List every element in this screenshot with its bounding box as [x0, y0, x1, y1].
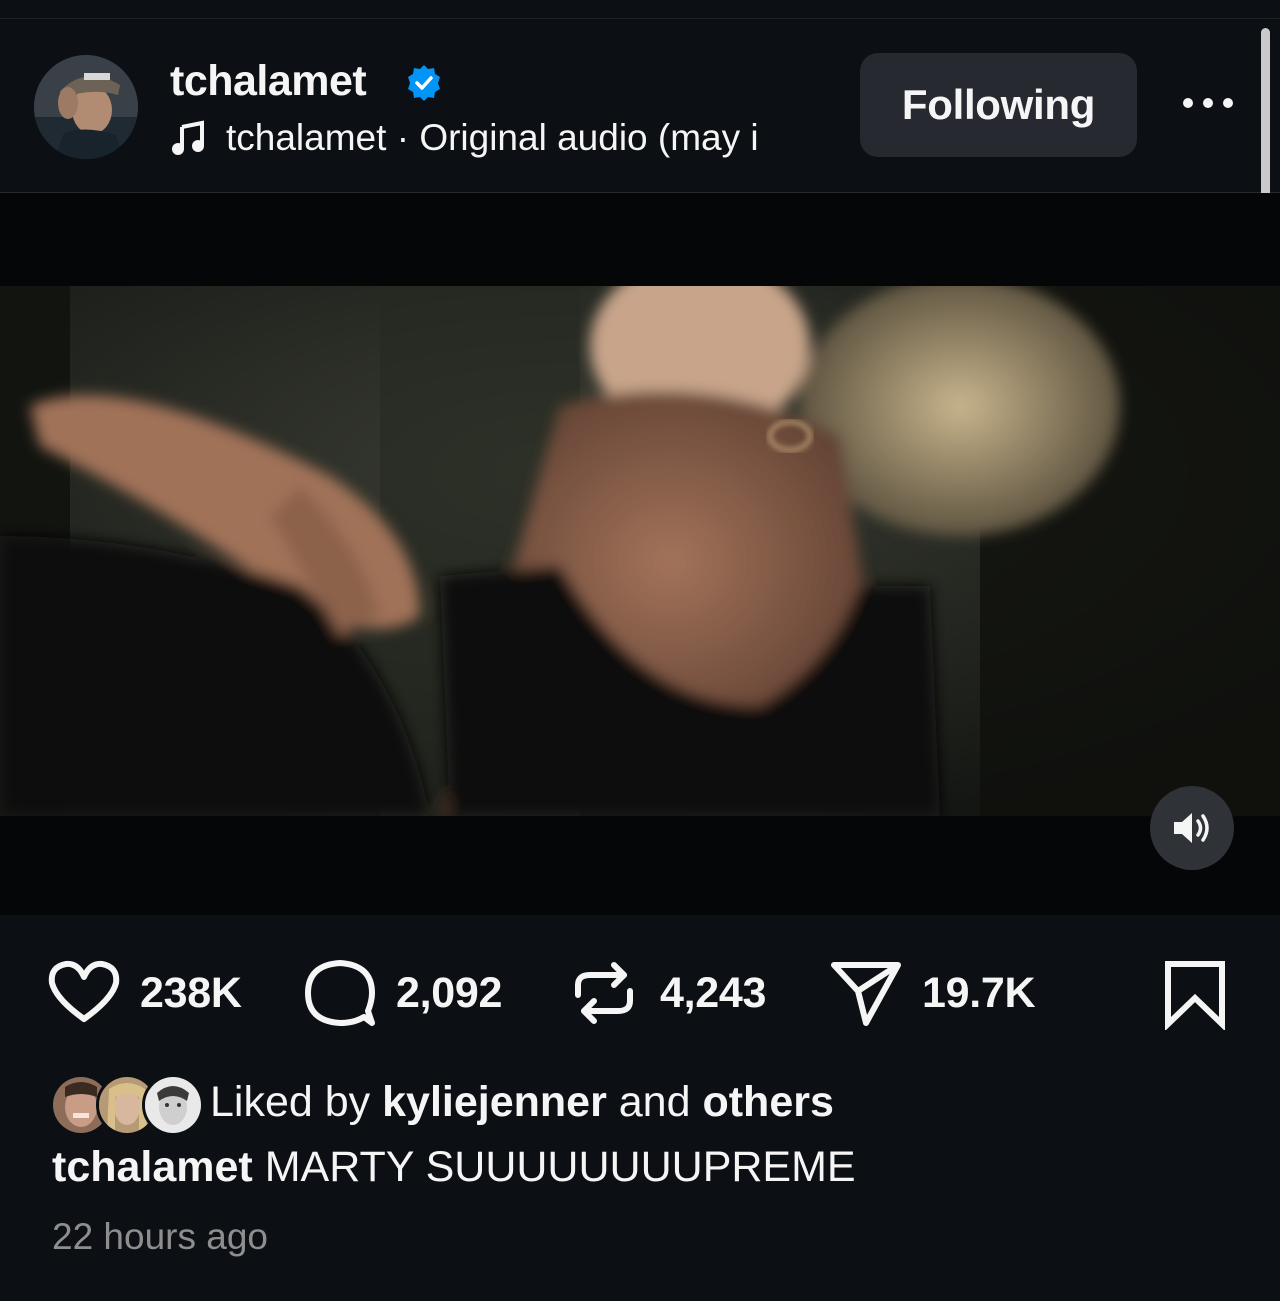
post-actions: 238K 2,092 4,243 19.7K [0, 940, 1280, 1050]
like-action[interactable]: 238K [46, 960, 242, 1026]
share-action[interactable]: 19.7K [828, 960, 1036, 1026]
verified-badge-icon [408, 65, 440, 101]
mute-button[interactable] [1150, 786, 1234, 870]
post-username[interactable]: tchalamet [170, 57, 367, 106]
liked-by-others[interactable]: others [702, 1078, 833, 1126]
likes-count: 238K [140, 968, 242, 1017]
heart-icon [48, 960, 120, 1022]
shares-count: 19.7K [922, 968, 1036, 1017]
comment-action[interactable]: 2,092 [302, 960, 502, 1026]
liker-avatar-image [145, 1077, 201, 1133]
comment-icon [305, 960, 375, 1026]
post-timestamp: 22 hours ago [52, 1216, 269, 1257]
post-caption: tchalamet MARTY SUUUUUUUUPREME [52, 1143, 856, 1192]
audio-title: Original audio (may i [419, 117, 759, 158]
bookmark-icon[interactable] [1160, 960, 1230, 1030]
caption-text: MARTY SUUUUUUUUPREME [264, 1143, 856, 1191]
following-button[interactable]: Following [860, 53, 1137, 157]
share-icon [831, 962, 901, 1026]
speaker-icon [1174, 813, 1209, 843]
top-strip [0, 0, 1280, 19]
comments-count: 2,092 [396, 968, 503, 1017]
reposts-count: 4,243 [660, 968, 767, 1017]
profile-avatar[interactable] [34, 55, 138, 159]
video-frame [0, 286, 1280, 816]
audio-artist: tchalamet [226, 117, 387, 158]
repost-action[interactable]: 4,243 [566, 960, 766, 1026]
music-note-icon [172, 120, 204, 155]
post-header: tchalamet tchalamet · Original audio (ma… [0, 19, 1280, 193]
caption-username[interactable]: tchalamet [52, 1143, 253, 1191]
repost-icon [575, 962, 633, 1024]
liked-by-prefix: Liked by [210, 1078, 371, 1126]
video-player[interactable] [0, 193, 1280, 915]
audio-separator: · [386, 117, 420, 158]
audio-link[interactable]: tchalamet · Original audio (may i [170, 115, 830, 161]
more-options-icon[interactable] [1180, 91, 1236, 115]
liked-by-text: Liked by kyliejenner and others [210, 1078, 834, 1127]
liked-by-row: Liked by kyliejenner and others [50, 1074, 1150, 1136]
liked-by-user[interactable]: kyliejenner [382, 1078, 607, 1126]
audio-label: tchalamet · Original audio (may i [226, 117, 759, 159]
avatar-image [34, 55, 138, 159]
liker-avatar[interactable] [142, 1074, 204, 1136]
liked-by-connector: and [618, 1078, 691, 1126]
